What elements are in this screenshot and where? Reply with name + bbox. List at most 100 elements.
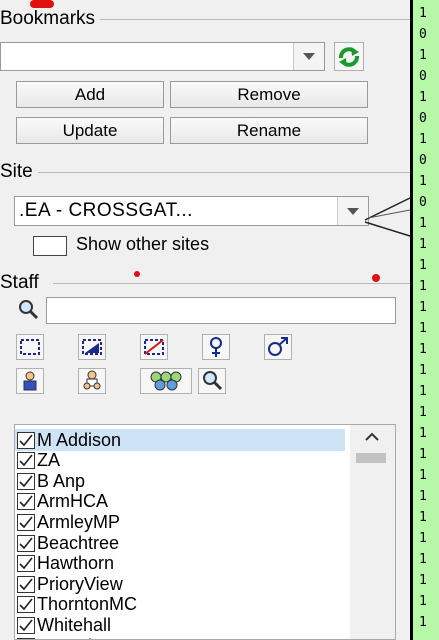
side-column-value: 1 (419, 216, 427, 231)
list-item[interactable]: Hawthorn (15, 553, 345, 575)
remove-bookmark-button[interactable]: Remove (170, 81, 368, 108)
annotation-strokes (364, 197, 411, 237)
side-column-value: 1 (419, 594, 427, 609)
search-icon (19, 299, 39, 319)
list-item-label: B Anp (37, 470, 86, 491)
side-column-value: 0 (419, 27, 427, 42)
list-item-label: Whitehall (37, 614, 112, 635)
side-column-value: 0 (419, 111, 427, 126)
people-group-icon (150, 371, 182, 391)
update-bookmark-button[interactable]: Update (16, 117, 164, 144)
checkbox-checked-icon[interactable] (17, 555, 35, 573)
left-panel: Bookmarks Add Remove Update Rename Site … (0, 0, 410, 640)
select-all-icon (20, 339, 40, 355)
group-icon (83, 370, 101, 390)
find-staff-button[interactable] (198, 368, 226, 394)
checkbox-checked-icon[interactable] (17, 616, 35, 634)
bookmarks-combo[interactable] (0, 42, 325, 71)
list-item[interactable]: PrioryView (15, 573, 345, 595)
site-group-border (38, 172, 410, 173)
checkbox-checked-icon[interactable] (17, 493, 35, 511)
chevron-down-icon (347, 207, 359, 215)
list-item[interactable]: B Anp (15, 470, 345, 492)
checkbox-checked-icon[interactable] (17, 534, 35, 552)
side-column-value: 1 (419, 48, 427, 63)
site-combo[interactable]: .EA - CROSSGAT... (14, 196, 369, 226)
select-partial-button[interactable] (78, 334, 106, 360)
show-other-sites-label: Show other sites (76, 234, 210, 254)
side-column-value: 1 (419, 615, 427, 630)
select-all-button[interactable] (16, 334, 44, 360)
checkbox-checked-icon[interactable] (17, 575, 35, 593)
checkbox-checked-icon[interactable] (17, 431, 35, 449)
scroll-thumb[interactable] (356, 453, 386, 463)
checkbox-checked-icon[interactable] (17, 513, 35, 531)
search-icon (203, 371, 223, 391)
people-group-button[interactable] (140, 368, 192, 394)
rename-bookmark-button[interactable]: Rename (170, 117, 368, 144)
checkbox-checked-icon[interactable] (17, 596, 35, 614)
list-item-label: M Addison (37, 429, 122, 450)
list-item[interactable]: Whitehall (15, 614, 345, 636)
list-item[interactable]: ArmHCA (15, 491, 345, 513)
side-column-value: 0 (419, 153, 427, 168)
group-button[interactable] (78, 368, 106, 394)
male-icon (268, 337, 288, 356)
side-column-value: 1 (419, 6, 427, 21)
select-none-button[interactable] (140, 334, 168, 360)
list-item[interactable]: ZA (15, 450, 345, 472)
refresh-button[interactable] (334, 42, 364, 71)
male-filter-button[interactable] (264, 334, 292, 360)
red-mark (30, 0, 54, 8)
side-status-column: 1 0 1 0 1 0 1 0 1 0 1 1 1 1 1 1 1 1 1 1 1 1 1 1 1 1 1 1 1 1 (410, 0, 439, 640)
female-icon (210, 337, 222, 357)
side-column-value: 1 (419, 174, 427, 189)
scroll-up-icon[interactable] (350, 425, 395, 449)
select-partial-icon (82, 339, 102, 355)
staff-list-scrollbar[interactable] (350, 425, 395, 639)
side-column-value: 1 (419, 426, 427, 441)
list-item-label: ZA (37, 450, 61, 471)
side-column-value: 1 (419, 531, 427, 546)
site-selected-value: .EA - CROSSGAT... (19, 200, 193, 221)
add-bookmark-button[interactable]: Add (16, 81, 164, 108)
list-item-label: ThorntonMC (37, 594, 138, 615)
side-column-value: 1 (419, 342, 427, 357)
bookmarks-dropdown-button[interactable] (293, 43, 324, 70)
red-mark (372, 274, 380, 282)
list-item[interactable]: ThorntonMC (15, 594, 345, 616)
list-item[interactable]: R Bartlett (15, 635, 345, 640)
list-item[interactable]: M Addison (15, 429, 345, 451)
checkbox-checked-icon[interactable] (17, 472, 35, 490)
list-item[interactable]: ArmleyMP (15, 511, 345, 533)
list-item-label: Beachtree (37, 532, 120, 553)
list-item-label: PrioryView (37, 573, 123, 594)
chevron-down-icon (303, 53, 315, 60)
side-column-value: 1 (419, 258, 427, 273)
show-other-sites-checkbox[interactable] (33, 236, 67, 256)
list-item-label: ArmleyMP (37, 511, 121, 532)
staff-search-button[interactable] (16, 297, 40, 322)
list-item-label: R Bartlett (37, 636, 112, 640)
staff-legend: Staff (0, 272, 43, 294)
bookmarks-group-border (100, 19, 410, 20)
side-column-value: 0 (419, 69, 427, 84)
side-column-value: 1 (419, 573, 427, 588)
staff-group-border (53, 283, 410, 284)
select-none-icon (144, 339, 164, 355)
side-column-value: 0 (419, 195, 427, 210)
list-item-label: ArmHCA (37, 491, 108, 512)
bookmarks-legend: Bookmarks (0, 8, 100, 30)
staff-search-input[interactable] (46, 297, 396, 324)
side-column-value: 1 (419, 468, 427, 483)
side-column-value: 1 (419, 384, 427, 399)
person-button[interactable] (16, 368, 44, 394)
list-item[interactable]: Beachtree (15, 532, 345, 554)
side-column-value: 1 (419, 489, 427, 504)
checkbox-checked-icon[interactable] (17, 452, 35, 470)
female-filter-button[interactable] (202, 334, 230, 360)
side-column-value: 1 (419, 237, 427, 252)
side-column-value: 1 (419, 405, 427, 420)
staff-list[interactable]: M Addison ZA B Anp ArmHCA ArmleyMP Beachtree H… (14, 424, 396, 640)
side-column-value: 1 (419, 90, 427, 105)
